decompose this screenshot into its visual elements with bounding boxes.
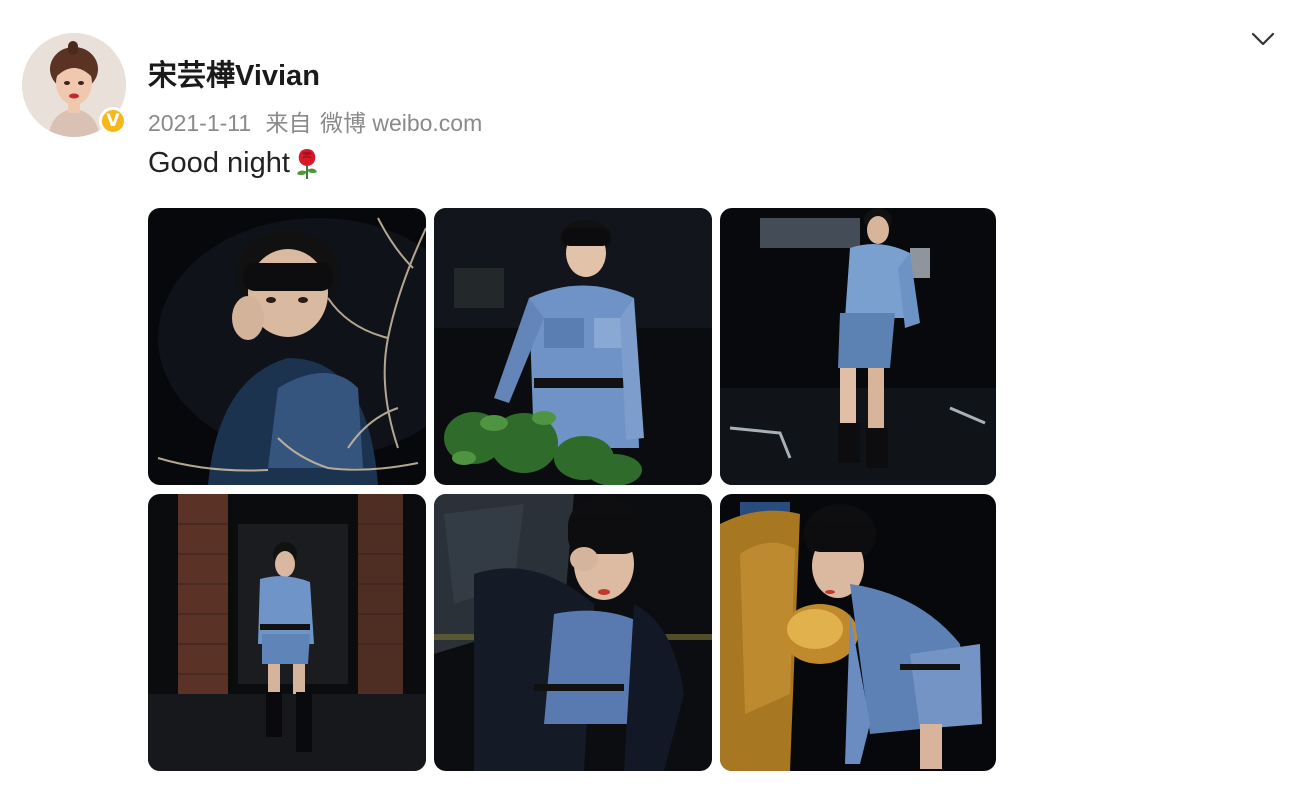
- photo-5[interactable]: [434, 494, 712, 771]
- post-text: Good night: [148, 145, 322, 181]
- verified-badge-icon: V: [99, 107, 127, 135]
- photo-6[interactable]: [720, 494, 996, 771]
- source-app[interactable]: 微博 weibo.com: [320, 110, 482, 136]
- photo-1[interactable]: [148, 208, 426, 485]
- photo-grid: [148, 208, 998, 771]
- photo-2[interactable]: [434, 208, 712, 485]
- chevron-down-icon[interactable]: [1249, 27, 1277, 51]
- avatar[interactable]: V: [22, 33, 127, 137]
- post-meta: 2021-1-11 来自 微博 weibo.com: [148, 104, 490, 138]
- rose-emoji: [292, 145, 322, 181]
- weibo-post: V 宋芸樺Vivian 2021-1-11 来自 微博 weibo.com Go…: [0, 0, 1310, 790]
- post-text-body: Good night: [148, 146, 290, 179]
- photo-3[interactable]: [720, 208, 996, 485]
- username-link[interactable]: 宋芸樺Vivian: [148, 52, 320, 94]
- photo-4[interactable]: [148, 494, 426, 771]
- post-date[interactable]: 2021-1-11: [148, 110, 251, 136]
- source-prefix: 来自: [265, 110, 312, 136]
